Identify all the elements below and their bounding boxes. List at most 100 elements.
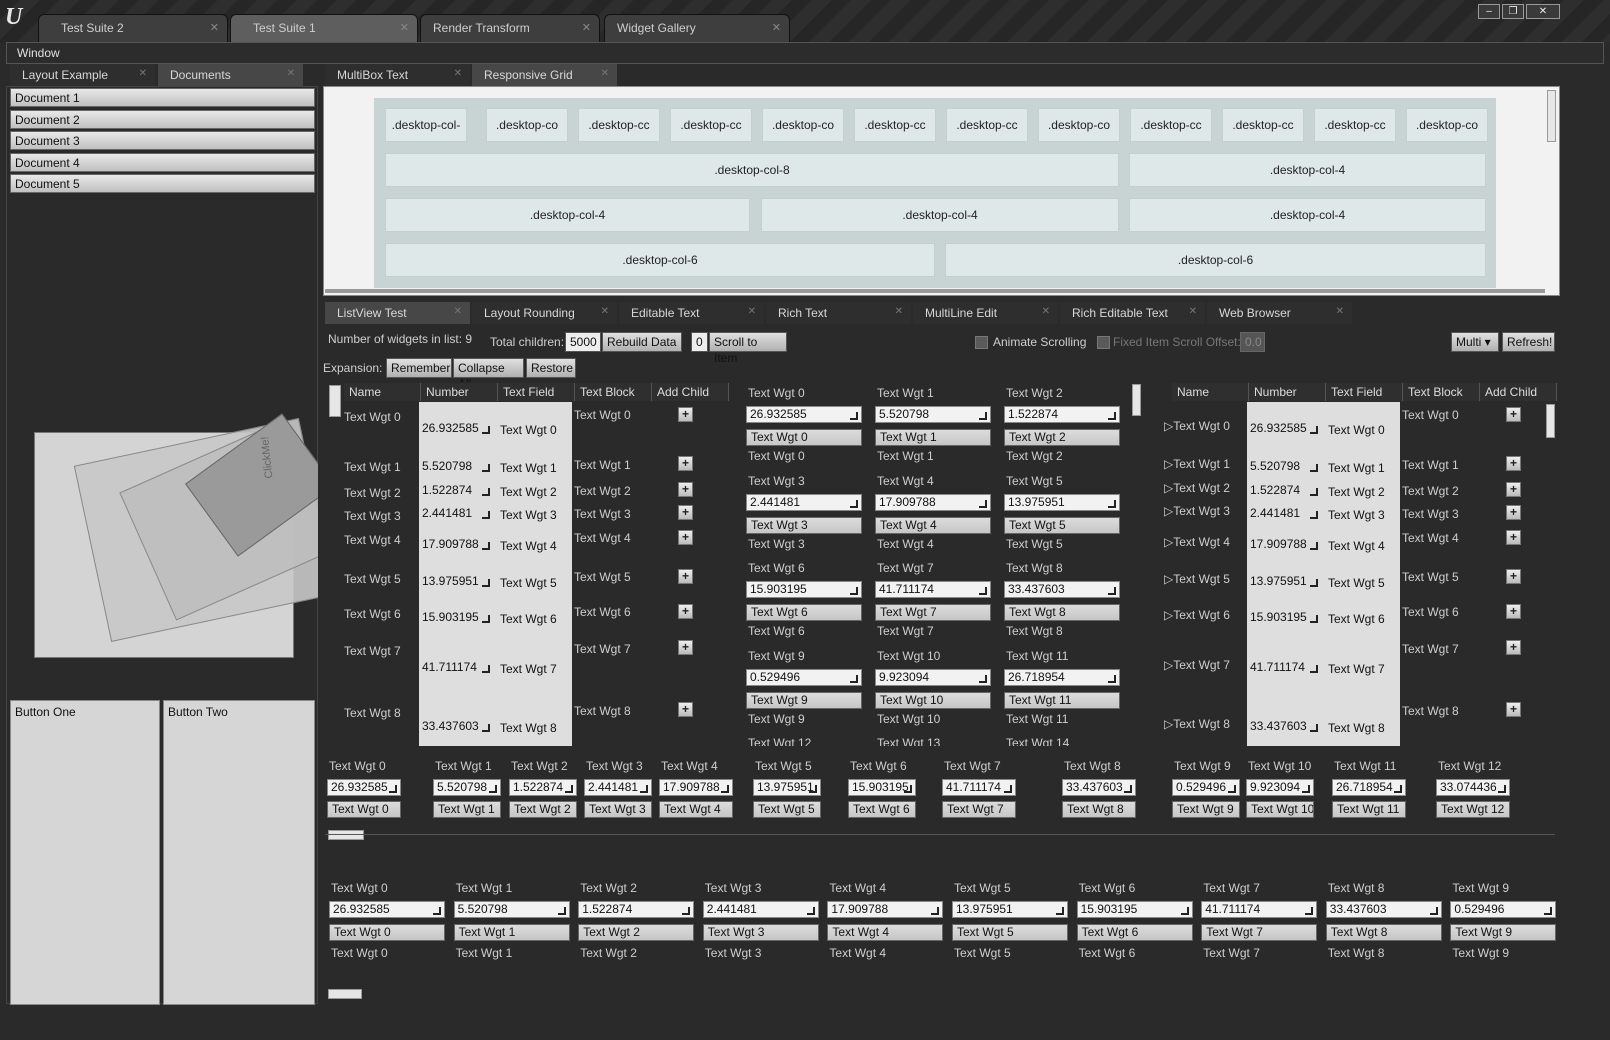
number-spinbox[interactable]: 17.909788 [827,901,944,918]
column-header[interactable]: Number [421,383,498,401]
number-spinbox[interactable]: 41.711174 [875,581,991,598]
tree-row-name[interactable]: Text Wgt 6 [344,607,401,621]
expander-icon[interactable]: ▷ [1164,457,1173,471]
text-field[interactable]: Text Wgt 6 [1076,924,1193,941]
number-spinbox[interactable]: 15.903195 [419,610,493,627]
add-child-button[interactable]: + [678,604,693,619]
add-child-button[interactable]: + [1506,604,1521,619]
text-field[interactable]: Text Wgt 8 [1062,801,1136,818]
text-field[interactable]: Text Wgt 3 [746,517,862,534]
text-field[interactable]: Text Wgt 8 [1004,604,1120,621]
column-header[interactable]: Name [344,383,421,401]
tree-row-name[interactable]: ▷Text Wgt 0 [1164,419,1230,433]
column-header[interactable]: Text Field [1326,383,1403,401]
number-spinbox[interactable]: 26.932585 [1247,421,1321,438]
add-child-button[interactable]: + [678,456,693,471]
text-field[interactable]: Text Wgt 7 [875,604,991,621]
text-field[interactable]: Text Wgt 6 [848,801,916,818]
number-spinbox[interactable]: 13.975951 [1247,574,1321,591]
text-field[interactable]: Text Wgt 7 [942,801,1016,818]
tree-row-name[interactable]: Text Wgt 0 [344,410,401,424]
text-field[interactable]: Text Wgt 5 [952,924,1068,941]
close-icon[interactable]: ✕ [1042,306,1050,317]
tree-row-name[interactable]: ▷Text Wgt 1 [1164,457,1230,471]
tab-rich-text[interactable]: Rich Text ✕ [766,302,911,324]
close-icon[interactable]: ✕ [582,21,591,34]
number-spinbox[interactable]: 17.909788 [1247,537,1321,554]
number-spinbox[interactable]: 5.520798 [433,779,501,796]
document-item[interactable]: Document 2 [10,110,315,129]
restore-button[interactable]: Restore [526,358,576,378]
number-spinbox[interactable]: 41.711174 [419,660,493,677]
text-field[interactable]: Text Wgt 3 [1328,508,1385,522]
text-field[interactable]: Text Wgt 0 [327,801,401,818]
tree-row-name[interactable]: ▷Text Wgt 4 [1164,535,1230,549]
number-spinbox[interactable]: 41.711174 [1201,901,1318,918]
number-spinbox[interactable]: 13.975951 [1004,494,1120,511]
text-field[interactable]: Text Wgt 1 [453,924,570,941]
text-field[interactable]: Text Wgt 2 [1004,429,1120,446]
text-field[interactable]: Text Wgt 9 [1450,924,1557,941]
menu-window[interactable]: Window [6,42,1604,64]
number-spinbox[interactable]: 13.975951 [952,901,1068,918]
text-field[interactable]: Text Wgt 5 [500,576,557,590]
text-field[interactable]: Text Wgt 4 [827,924,944,941]
add-child-button[interactable]: + [1506,482,1521,497]
fixed-offset-input[interactable]: 0.0 [1240,332,1265,352]
number-spinbox[interactable]: 2.441481 [1247,506,1321,523]
text-field[interactable]: Text Wgt 11 [1004,692,1120,709]
minimize-button[interactable]: – [1478,4,1500,19]
tab-layout-rounding[interactable]: Layout Rounding ✕ [472,302,617,324]
tab-responsive-grid[interactable]: Responsive Grid ✕ [472,64,617,86]
text-field[interactable]: Text Wgt 7 [1201,924,1318,941]
tab-render-transform[interactable]: Render Transform ✕ [420,14,600,42]
text-field[interactable]: Text Wgt 5 [1328,576,1385,590]
number-spinbox[interactable]: 15.903195 [1076,901,1193,918]
button-one[interactable]: Button One [10,700,160,1005]
column-header[interactable]: Text Field [498,383,575,401]
tree-row-name[interactable]: ▷Text Wgt 5 [1164,572,1230,586]
text-field[interactable]: Text Wgt 2 [1328,485,1385,499]
number-spinbox[interactable]: 41.711174 [1247,660,1321,677]
document-item[interactable]: Document 1 [10,88,315,107]
number-spinbox[interactable]: 5.520798 [419,459,493,476]
text-field[interactable]: Text Wgt 11 [1332,801,1406,818]
tab-web-browser[interactable]: Web Browser ✕ [1207,302,1352,324]
close-icon[interactable]: ✕ [454,306,462,317]
expander-icon[interactable]: ▷ [1164,658,1173,672]
text-field[interactable]: Text Wgt 8 [1328,721,1385,735]
close-icon[interactable]: ✕ [772,21,781,34]
text-field[interactable]: Text Wgt 6 [746,604,862,621]
number-spinbox[interactable]: 9.923094 [1246,779,1314,796]
number-spinbox[interactable]: 2.441481 [419,506,493,523]
number-spinbox[interactable]: 26.932585 [329,901,445,918]
close-icon[interactable]: ✕ [287,68,295,79]
number-spinbox[interactable]: 33.437603 [419,719,493,736]
number-spinbox[interactable]: 5.520798 [1247,459,1321,476]
number-spinbox[interactable]: 26.718954 [1004,669,1120,686]
collapse-all-button[interactable]: Collapse All [453,358,524,391]
text-field[interactable]: Text Wgt 8 [1325,924,1442,941]
tab-rich-editable-text[interactable]: Rich Editable Text ✕ [1060,302,1205,324]
document-item[interactable]: Document 4 [10,153,315,172]
number-spinbox[interactable]: 33.437603 [1247,719,1321,736]
column-header[interactable]: Add Child [1480,383,1557,401]
close-icon[interactable]: ✕ [1189,306,1197,317]
tree-row-name[interactable]: Text Wgt 8 [344,706,401,720]
close-icon[interactable]: ✕ [139,68,147,79]
text-field[interactable]: Text Wgt 3 [702,924,819,941]
add-child-button[interactable]: + [678,702,693,717]
add-child-button[interactable]: + [1506,530,1521,545]
animate-scrolling-checkbox[interactable] [975,336,988,349]
text-field[interactable]: Text Wgt 2 [509,801,577,818]
tab-widget-gallery[interactable]: Widget Gallery ✕ [604,14,790,42]
add-child-button[interactable]: + [1506,702,1521,717]
number-spinbox[interactable]: 33.074436 [1436,779,1510,796]
column-header[interactable]: Name [1172,383,1249,401]
tree-row-name[interactable]: ▷Text Wgt 2 [1164,481,1230,495]
text-field[interactable]: Text Wgt 8 [500,721,557,735]
text-field[interactable]: Text Wgt 5 [1004,517,1120,534]
text-field[interactable]: Text Wgt 10 [1246,801,1314,818]
tab-test-suite-1[interactable]: Test Suite 1 ✕ [230,14,418,42]
number-spinbox[interactable]: 15.903195 [746,581,862,598]
